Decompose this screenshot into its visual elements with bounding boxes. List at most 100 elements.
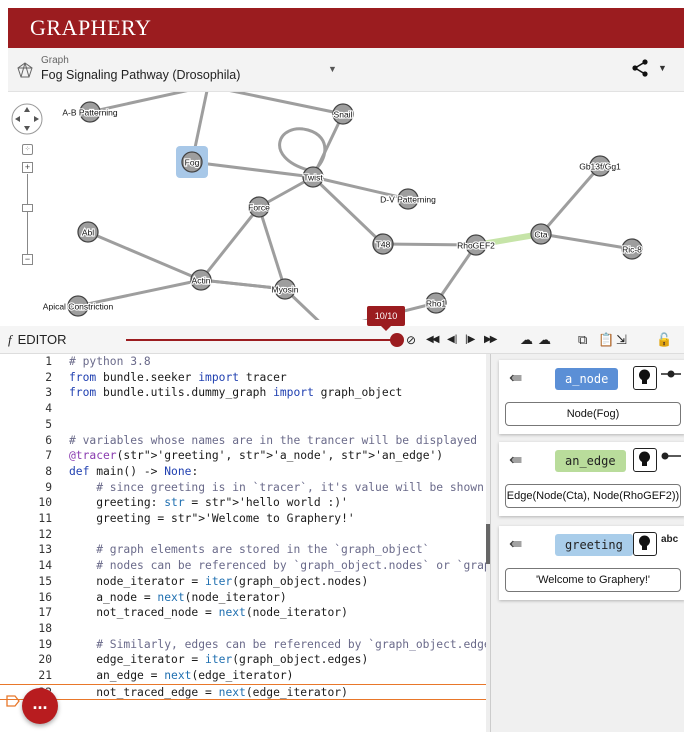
line-number: 1 [45,355,52,368]
code-line[interactable]: 17 not_traced_node = next(node_iterator) [0,605,490,621]
code-line[interactable]: 9 # since greeting is in `tracer`, it's … [0,480,490,496]
code-line[interactable]: 22 not_traced_edge = next(edge_iterator) [0,683,490,701]
share-icon[interactable] [630,58,650,78]
first-step-icon[interactable]: ◀◀ [426,332,439,348]
code-editor[interactable]: 1 # python 3.8 2 from bundle.seeker import … [0,354,504,732]
code-line[interactable]: 10 greeting: str = str">'hello world :)' [0,495,490,511]
graph-node-label: Rho1 [426,299,447,309]
more-actions-button[interactable]: ... [22,688,58,724]
line-number: 3 [45,386,52,400]
code-text[interactable]: # since greeting is in `tracer`, it's va… [69,480,484,496]
graph-edge[interactable] [539,165,602,235]
code-line[interactable]: 7 @tracer(str">'greeting', str">'a_node',… [0,448,490,464]
code-text[interactable]: not_traced_edge = next(edge_iterator) [69,685,348,701]
code-text[interactable]: # python 3.8 [69,354,151,370]
code-line[interactable]: 18 [0,621,490,637]
code-text[interactable]: # graph elements are stored in the `grap… [69,542,429,558]
code-text[interactable]: a_node = next(node_iterator) [69,590,286,606]
collapse-arrow-icon[interactable]: ⇚ [509,534,522,554]
collapse-arrow-icon[interactable]: ⇚ [509,368,522,388]
step-slider-thumb[interactable] [390,333,404,347]
zoom-in-button[interactable]: + [22,162,33,173]
download-icon[interactable]: ☁ [538,332,551,348]
graph-view[interactable]: A-B Patterning Fog Snail Twist D-V Patternin… [8,92,684,320]
graph-selector[interactable]: Graph Fog Signaling Pathway (Drosophila)… [8,48,684,92]
hide-graph-icon[interactable]: ⊘ [406,332,416,348]
variable-value: Edge(Node(Cta), Node(RhoGEF2)) [505,484,681,508]
code-text[interactable]: @tracer(str">'greeting', str">'a_node', … [69,448,443,464]
code-text[interactable]: not_traced_node = next(node_iterator) [69,605,348,621]
code-line[interactable]: 4 [0,401,490,417]
code-text[interactable]: from bundle.utils.dummy_graph import gra… [69,385,402,401]
code-line[interactable]: 8 def main() -> None: [0,464,490,480]
code-text[interactable]: def main() -> None: [69,464,198,480]
pan-control[interactable] [10,102,44,136]
lightbulb-toggle-icon[interactable] [633,448,657,472]
graph-dropdown-icon[interactable]: ▼ [328,64,337,74]
lightbulb-toggle-icon[interactable] [633,532,657,556]
graph-node-label: Twist [303,173,323,183]
graph-edge[interactable] [540,232,633,251]
copy-icon[interactable]: ⧉ [578,332,587,348]
lightbulb-icon [639,535,650,550]
code-text[interactable]: node_iterator = iter(graph_object.nodes) [69,574,368,590]
variables-panel: ⇚ a_node Node(Fog) ⇚ an_edge Edge(Node(Cta), … [490,354,684,732]
code-line[interactable]: 6 # variables whose names are in the tran… [0,433,490,449]
code-text[interactable]: # Similarly, edges can be referenced by … [69,637,504,653]
code-text[interactable]: greeting: str = str">'hello world :)' [69,495,348,511]
editor-title: f EDITOR [8,332,67,348]
code-line[interactable]: 3 from bundle.utils.dummy_graph import gr… [0,385,490,401]
step-tooltip: 10/10 [367,306,405,331]
previous-step-icon[interactable]: ◀| [447,332,457,348]
collapse-arrow-icon[interactable]: ⇚ [509,450,522,470]
graph-node-label: Abl [82,228,94,238]
graph-edge[interactable] [199,206,261,281]
code-line[interactable]: 16 a_node = next(node_iterator) [0,590,490,606]
app-title[interactable]: GRAPHERY [30,15,151,41]
paste-icon[interactable]: 📋 [598,332,614,348]
code-line[interactable]: 5 [0,417,490,433]
format-icon[interactable]: ⇲ [616,332,627,348]
code-line[interactable]: 12 [0,527,490,543]
lightbulb-toggle-icon[interactable] [633,366,657,390]
code-line[interactable]: 11 greeting = str">'Welcome to Graphery!… [0,511,490,527]
last-step-icon[interactable]: ▶▶ [484,332,497,348]
code-text[interactable]: # variables whose names are in the tranc… [69,433,477,449]
graph-edge[interactable] [257,206,287,290]
graph-node-label: Gb13f/Gg1 [579,162,621,172]
string-type-icon: abc [661,534,679,545]
code-line[interactable]: 2 from bundle.seeker import tracer [0,370,490,386]
graph-edge[interactable] [208,92,344,116]
graph-edge[interactable] [87,230,202,282]
code-text[interactable]: # nodes can be referenced by `graph_obje… [69,558,504,574]
upload-icon[interactable]: ☁ [520,332,533,348]
code-line[interactable]: 20 edge_iterator = iter(graph_object.edg… [0,652,490,668]
share-dropdown-icon[interactable]: ▼ [658,63,667,73]
line-number: 6 [45,433,52,447]
code-line[interactable]: 13 # graph elements are stored in the `g… [0,542,490,558]
lock-icon[interactable]: 🔓 [656,332,672,348]
zoom-out-button[interactable]: − [22,254,33,265]
graph-node-label: Ric-8 [622,245,642,255]
code-text[interactable]: an_edge = next(edge_iterator) [69,668,293,684]
zoom-slider-track[interactable] [27,174,28,254]
code-text[interactable]: edge_iterator = iter(graph_object.edges) [69,652,368,668]
code-line[interactable]: 19 # Similarly, edges can be referenced … [0,637,504,653]
line-number: 4 [45,402,52,416]
graph-node-label: Cta [534,230,548,240]
code-text[interactable]: greeting = str">'Welcome to Graphery!' [69,511,354,527]
code-line[interactable]: 15 node_iterator = iter(graph_object.nod… [0,574,490,590]
graph-node-label: RhoGEF2 [457,241,495,251]
step-slider-track[interactable] [126,339,398,341]
graph-edge[interactable] [311,175,385,246]
next-step-icon[interactable]: |▶ [465,332,475,348]
code-line[interactable]: 21 an_edge = next(edge_iterator) [0,668,490,684]
graph-canvas[interactable]: A-B Patterning Fog Snail Twist D-V Patternin… [8,92,684,320]
code-line[interactable]: 1 # python 3.8 [0,354,490,370]
graph-selector-value[interactable]: Fog Signaling Pathway (Drosophila) [41,68,240,82]
zoom-slider-handle[interactable] [22,204,33,212]
line-number: 10 [38,496,52,510]
code-text[interactable]: from bundle.seeker import tracer [69,370,287,386]
fit-icon[interactable]: ⁘ [22,144,33,155]
code-line[interactable]: 14 # nodes can be referenced by `graph_o… [0,558,504,574]
